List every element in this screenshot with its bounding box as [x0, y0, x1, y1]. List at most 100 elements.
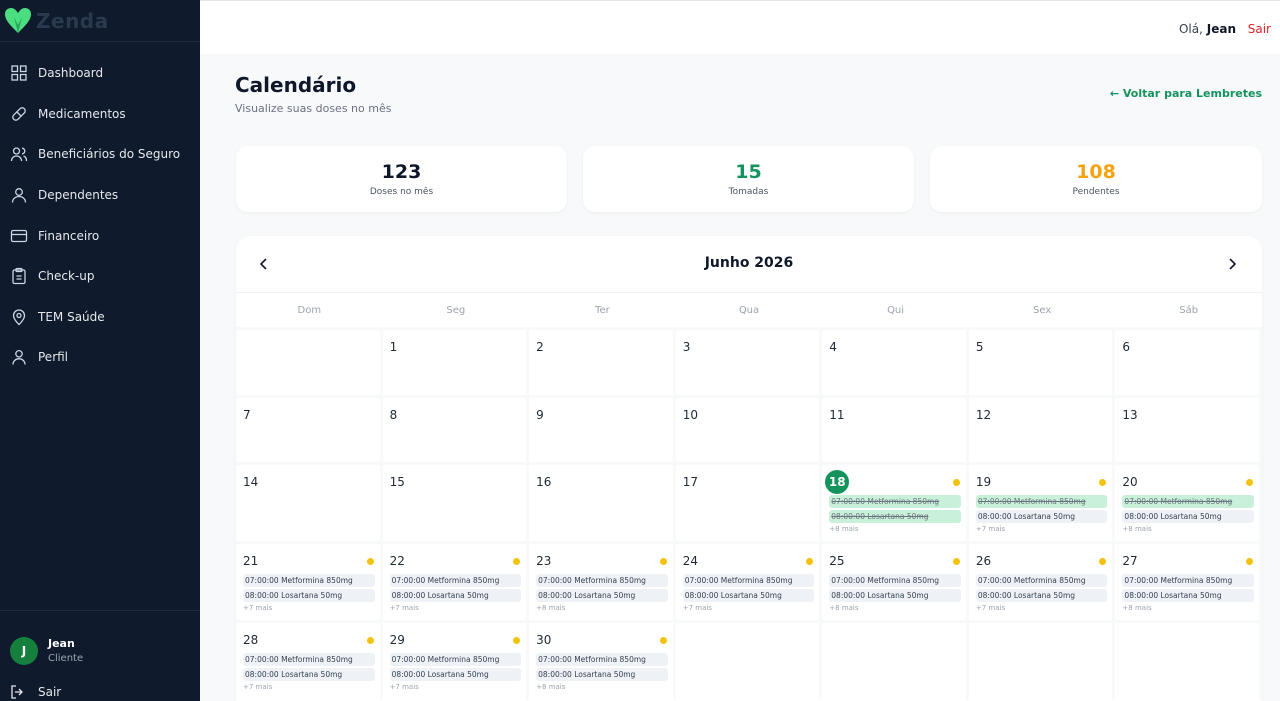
more-doses-link[interactable]: +7 mais [976, 525, 1108, 533]
calendar-day-cell[interactable]: 19 07:00:00 Metformina 850mg 08:00:00 Losa… [968, 462, 1116, 541]
dose-item[interactable]: 08:00:00 Losartana 50mg [243, 668, 375, 681]
clipboard-icon [12, 268, 26, 285]
dose-item[interactable]: 08:00:00 Losartana 50mg [829, 589, 961, 602]
more-doses-link[interactable]: +7 mais [390, 604, 522, 612]
calendar-day-cell[interactable]: 3 [675, 327, 823, 395]
calendar-day-cell[interactable]: 9 [529, 394, 676, 462]
dose-item[interactable]: 07:00:00 Metformina 850mg [389, 653, 522, 666]
dose-item[interactable]: 08:00:00 Losartana 50mg [536, 668, 668, 681]
dose-item[interactable]: 07:00:00 Metformina 850mg [389, 574, 522, 587]
dose-item[interactable]: 08:00:00 Losartana 50mg [829, 510, 961, 523]
calendar-week-row: 7 8 9 10 11 12 13 [236, 394, 1262, 462]
calendar-day-cell[interactable]: 27 07:00:00 Metformina 850mg 08:00:00 Losa… [1115, 541, 1262, 620]
dose-item[interactable]: 07:00:00 Metformina 850mg [682, 574, 815, 587]
dose-item[interactable]: 08:00:00 Losartana 50mg [975, 589, 1108, 602]
dose-item[interactable]: 07:00:00 Metformina 850mg [243, 574, 375, 587]
calendar-day-cell[interactable]: 20 07:00:00 Metformina 850mg 08:00:00 Losa… [1115, 462, 1262, 541]
calendar-day-cell[interactable]: 21 07:00:00 Metformina 850mg 08:00:00 Losa… [236, 541, 383, 620]
more-doses-link[interactable]: +7 mais [243, 683, 375, 691]
user-block[interactable]: J Jean Cliente [0, 610, 200, 665]
user-name: Jean [48, 637, 75, 650]
dose-item[interactable]: 08:00:00 Losartana 50mg [1122, 589, 1254, 602]
calendar-day-cell[interactable]: 16 [529, 462, 676, 541]
calendar-day-cell[interactable]: 15 [382, 462, 530, 541]
calendar-day-cell[interactable]: 1 [382, 327, 530, 395]
more-doses-link[interactable]: +8 mais [829, 525, 961, 533]
sidebar-item-dependentes[interactable]: Dependentes [0, 175, 200, 216]
dose-item[interactable]: 07:00:00 Metformina 850mg [975, 495, 1108, 508]
sidebar-item-dashboard[interactable]: Dashboard [0, 53, 200, 94]
more-doses-link[interactable]: +7 mais [683, 604, 815, 612]
dose-item[interactable]: 07:00:00 Metformina 850mg [1122, 495, 1254, 508]
calendar-header: Junho 2026 [236, 236, 1262, 293]
dose-item[interactable]: 07:00:00 Metformina 850mg [536, 653, 668, 666]
calendar-day-cell[interactable]: 7 [236, 394, 383, 462]
dose-item[interactable]: 07:00:00 Metformina 850mg [243, 653, 375, 666]
dose-item[interactable]: 07:00:00 Metformina 850mg [829, 574, 961, 587]
calendar-day-cell[interactable]: 17 [675, 462, 823, 541]
sidebar-item-perfil[interactable]: Perfil [0, 337, 200, 378]
dose-item[interactable]: 08:00:00 Losartana 50mg [243, 589, 375, 602]
more-doses-link[interactable]: +8 mais [1122, 604, 1254, 612]
more-doses-link[interactable]: +7 mais [390, 683, 522, 691]
calendar-day-cell[interactable]: 12 [968, 394, 1116, 462]
calendar-week-row: 28 07:00:00 Metformina 850mg 08:00:00 Losa… [236, 620, 1262, 699]
pending-dot [952, 479, 960, 486]
calendar-day-cell[interactable]: 26 07:00:00 Metformina 850mg 08:00:00 Losa… [968, 541, 1116, 620]
sidebar-item-label: Dashboard [38, 66, 104, 81]
day-number: 10 [682, 407, 698, 422]
dose-item[interactable]: 08:00:00 Losartana 50mg [682, 589, 815, 602]
weekday-label: Sex [1033, 304, 1052, 316]
day-number: 25 [829, 554, 845, 568]
logo[interactable]: Zenda [0, 0, 200, 42]
sidebar-logout-button[interactable]: Sair [10, 684, 61, 700]
calendar-day-cell[interactable]: 11 [822, 394, 969, 462]
pill-icon [12, 107, 26, 121]
day-number: 19 [975, 475, 992, 489]
pending-dot [1245, 558, 1253, 565]
sidebar-item-tem-sa-de[interactable]: TEM Saúde [0, 297, 200, 338]
back-to-reminders-link[interactable]: ← Voltar para Lembretes [1110, 87, 1262, 100]
dose-item[interactable]: 07:00:00 Metformina 850mg [1122, 574, 1254, 587]
calendar-day-cell[interactable]: 28 07:00:00 Metformina 850mg 08:00:00 Losa… [236, 620, 383, 699]
topbar-logout-button[interactable]: Sair [1248, 22, 1271, 36]
calendar-day-cell[interactable]: 23 07:00:00 Metformina 850mg 08:00:00 Losa… [529, 541, 676, 620]
sidebar-item-benefici-rios-do-seguro[interactable]: Beneficiários do Seguro [0, 134, 200, 175]
more-doses-link[interactable]: +8 mais [536, 683, 668, 691]
sidebar-item-check-up[interactable]: Check-up [0, 256, 200, 297]
calendar-day-cell[interactable]: 30 07:00:00 Metformina 850mg 08:00:00 Losa… [529, 620, 676, 699]
calendar-day-cell[interactable]: 29 07:00:00 Metformina 850mg 08:00:00 Losa… [382, 620, 530, 699]
calendar-day-cell[interactable]: 22 07:00:00 Metformina 850mg 08:00:00 Losa… [382, 541, 530, 620]
calendar-day-cell[interactable]: 10 [675, 394, 823, 462]
calendar-day-cell[interactable]: 5 [968, 327, 1116, 395]
calendar-day-cell[interactable]: 8 [382, 394, 530, 462]
sidebar-item-medicamentos[interactable]: Medicamentos [0, 94, 200, 135]
dose-item[interactable]: 08:00:00 Losartana 50mg [389, 589, 522, 602]
dose-item[interactable]: 08:00:00 Losartana 50mg [536, 589, 668, 602]
sidebar-item-financeiro[interactable]: Financeiro [0, 215, 200, 256]
dose-item[interactable]: 07:00:00 Metformina 850mg [536, 574, 668, 587]
calendar-day-cell[interactable]: 13 [1115, 394, 1262, 462]
day-number: 22 [389, 554, 405, 568]
dose-item[interactable]: 08:00:00 Losartana 50mg [389, 668, 522, 681]
calendar-day-cell[interactable]: 6 [1115, 327, 1262, 395]
dose-item[interactable]: 08:00:00 Losartana 50mg [975, 510, 1108, 523]
calendar-day-cell[interactable]: 25 07:00:00 Metformina 850mg 08:00:00 Losa… [822, 541, 969, 620]
more-doses-link[interactable]: +7 mais [976, 604, 1108, 612]
sidebar: Zenda Dashboard Medicamentos Beneficiários… [0, 0, 200, 701]
calendar-week-row: 21 07:00:00 Metformina 850mg 08:00:00 Losa… [236, 541, 1262, 620]
more-doses-link[interactable]: +8 mais [536, 604, 668, 612]
more-doses-link[interactable]: +8 mais [829, 604, 961, 612]
chevron-right-icon[interactable] [1224, 256, 1240, 272]
dose-item[interactable]: 08:00:00 Losartana 50mg [1122, 510, 1254, 523]
calendar-day-cell[interactable]: 18 07:00:00 Metformina 850mg 08:00:00 Losa… [822, 462, 969, 541]
more-doses-link[interactable]: +8 mais [1122, 525, 1254, 533]
dose-item[interactable]: 07:00:00 Metformina 850mg [829, 495, 961, 508]
calendar-day-cell[interactable]: 24 07:00:00 Metformina 850mg 08:00:00 Losa… [675, 541, 823, 620]
calendar-day-cell[interactable]: 2 [529, 327, 676, 395]
weekday-label: Sáb [1179, 304, 1199, 316]
more-doses-link[interactable]: +7 mais [243, 604, 375, 612]
dose-item[interactable]: 07:00:00 Metformina 850mg [975, 574, 1108, 587]
calendar-day-cell[interactable]: 14 [236, 462, 383, 541]
calendar-day-cell[interactable]: 4 [822, 327, 969, 395]
